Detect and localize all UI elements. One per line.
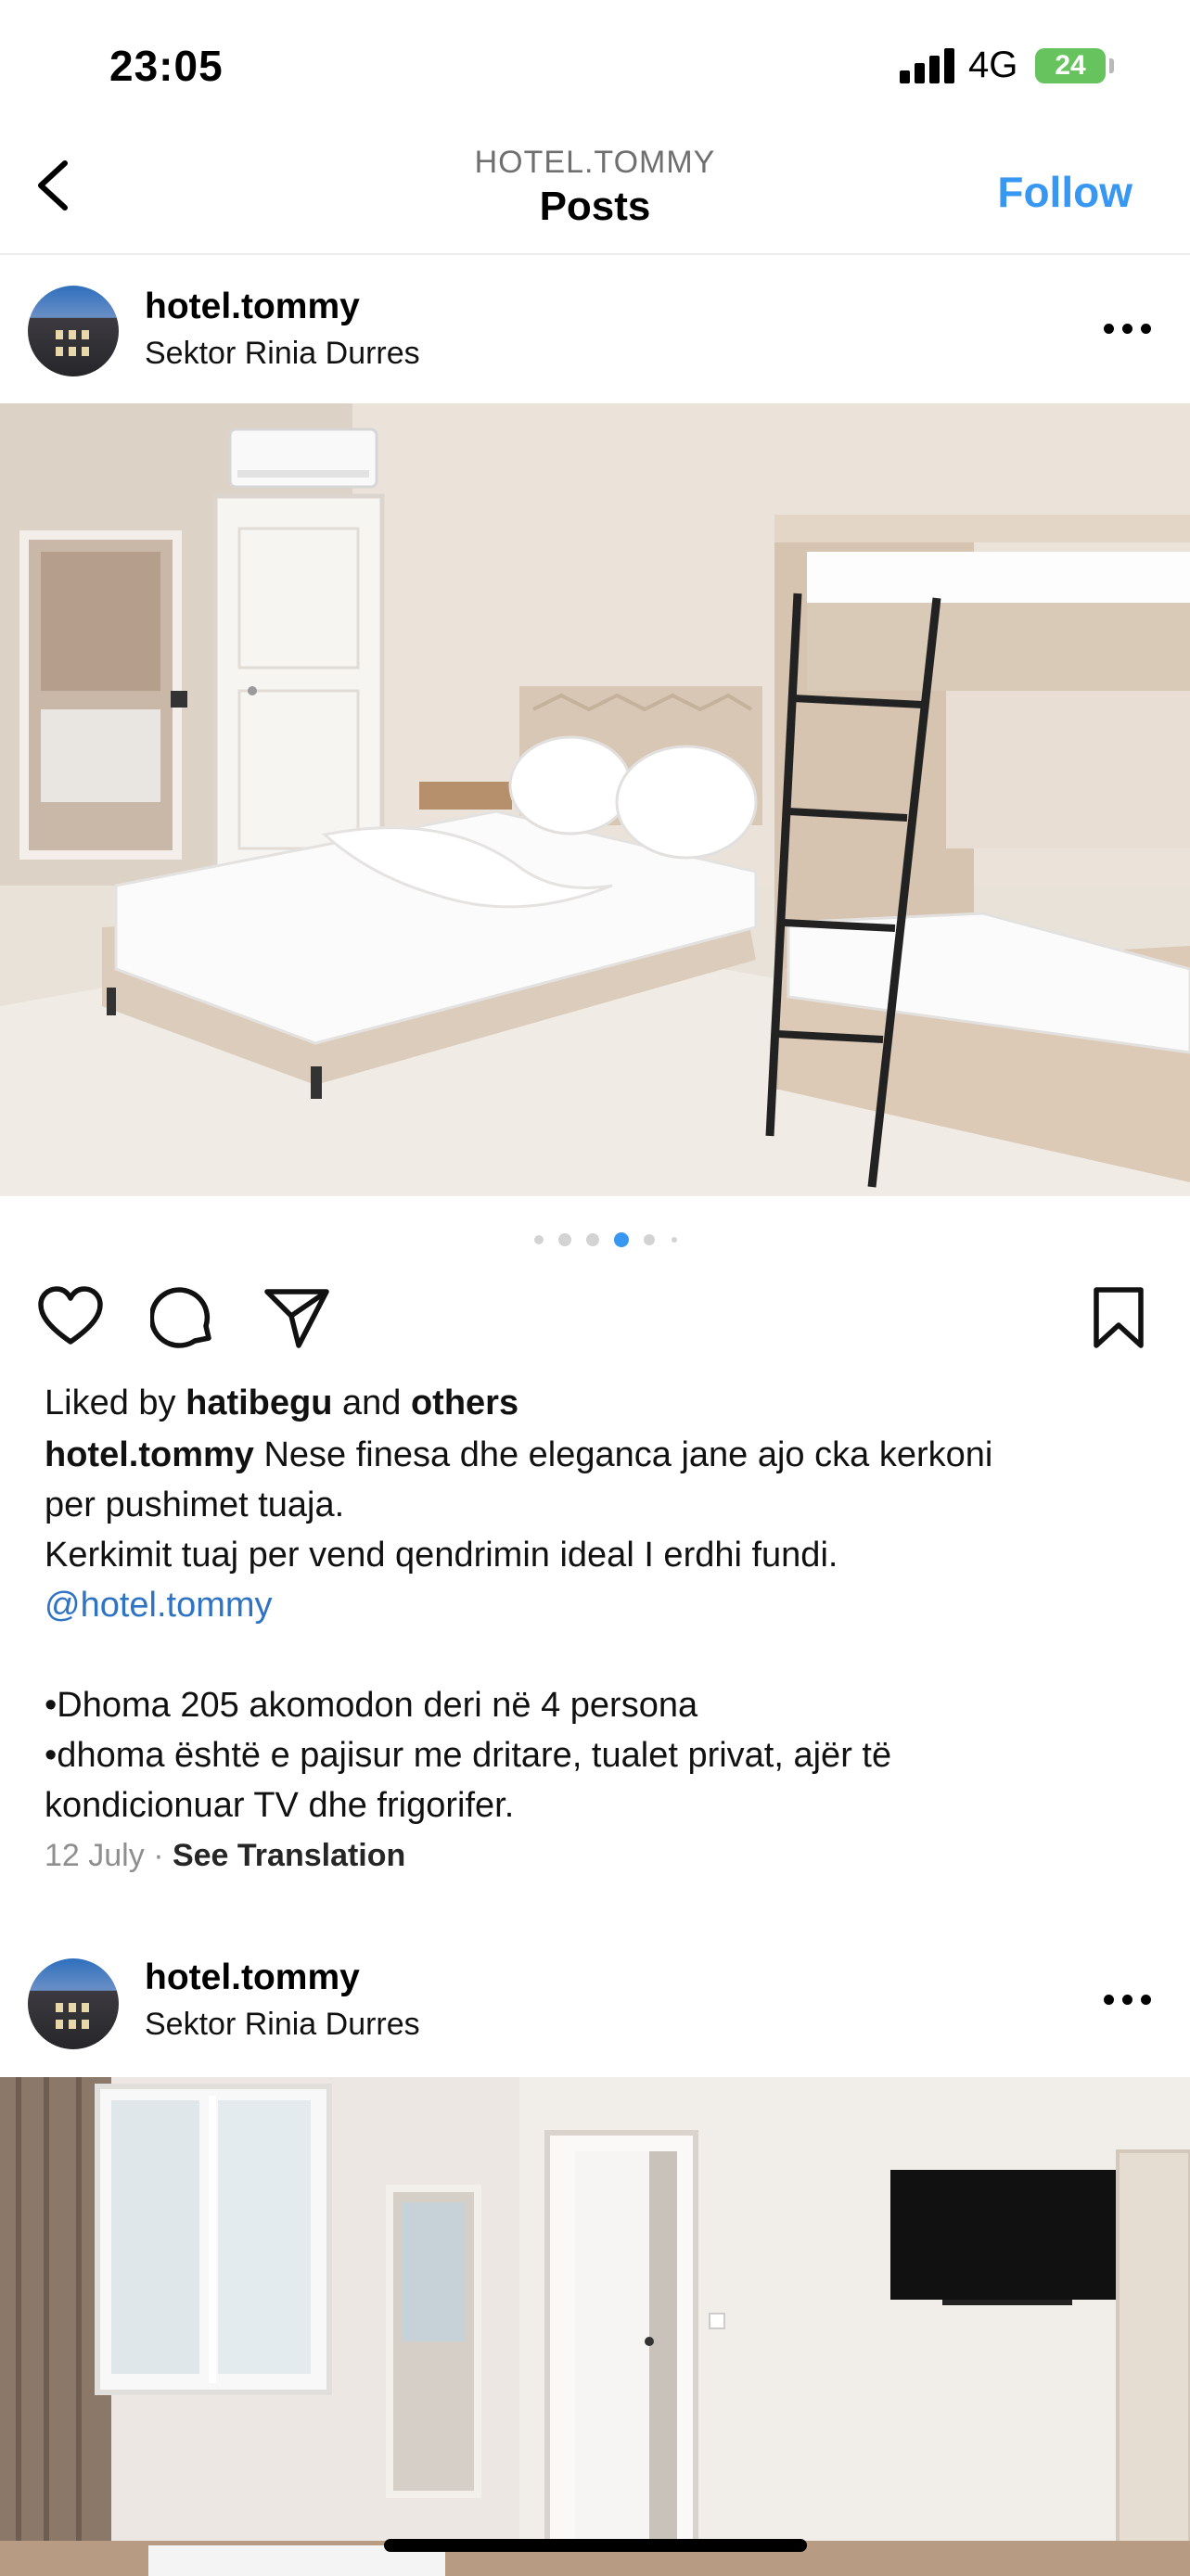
carousel-indicator <box>0 1230 1190 1248</box>
status-time: 23:05 <box>109 42 224 90</box>
follow-button[interactable]: Follow <box>997 167 1132 217</box>
avatar[interactable] <box>28 1958 119 2049</box>
post-username[interactable]: hotel.tommy <box>145 1958 360 1998</box>
caption-text: Nese finesa dhe eleganca jane ajo cka ke… <box>263 1435 993 1474</box>
more-options-icon[interactable] <box>1104 1995 1152 2008</box>
post-location[interactable]: Sektor Rinia Durres <box>145 336 420 372</box>
carousel-dot <box>644 1234 655 1245</box>
network-type: 4G <box>968 45 1018 85</box>
status-bar: 23:05 4G 24 <box>0 0 1190 130</box>
more-options-icon[interactable] <box>1104 324 1152 337</box>
nav-bar: HOTEL.TOMMY Posts Follow <box>0 130 1190 255</box>
post-header: hotel.tommy Sektor Rinia Durres <box>0 257 1190 405</box>
battery-icon: 24 <box>1035 48 1106 83</box>
signal-icon <box>900 48 957 83</box>
avatar[interactable] <box>28 286 119 376</box>
caption-bullet: •Dhoma 205 akomodon deri në 4 persona <box>45 1686 698 1725</box>
battery-tip <box>1109 58 1114 73</box>
carousel-dot <box>558 1233 571 1246</box>
liked-others[interactable]: others <box>411 1384 518 1422</box>
liked-and: and <box>342 1384 402 1422</box>
post-meta: 12 July · See Translation <box>45 1838 405 1874</box>
post-username[interactable]: hotel.tommy <box>145 287 360 327</box>
share-icon[interactable] <box>263 1284 330 1351</box>
carousel-dot <box>586 1233 599 1246</box>
caption-text: Kerkimit tuaj per vend qendrimin ideal I… <box>45 1536 838 1575</box>
carousel-dot <box>672 1237 677 1243</box>
see-translation-button[interactable]: See Translation <box>173 1838 405 1873</box>
bookmark-icon[interactable] <box>1085 1284 1152 1351</box>
post-date: 12 July <box>45 1838 145 1873</box>
caption-line: hotel.tommy Nese finesa dhe eleganca jan… <box>45 1430 1158 1480</box>
caption-mention[interactable]: @hotel.tommy <box>45 1580 1158 1630</box>
likes-line: Liked by hatibegu and others <box>45 1378 1158 1428</box>
post-location[interactable]: Sektor Rinia Durres <box>145 2007 420 2043</box>
carousel-dot <box>534 1235 544 1244</box>
comment-icon[interactable] <box>150 1284 217 1351</box>
post-photo-bedroom[interactable] <box>0 403 1190 1196</box>
caption-username[interactable]: hotel.tommy <box>45 1435 254 1474</box>
liked-user[interactable]: hatibegu <box>186 1384 332 1422</box>
home-indicator <box>384 2539 807 2552</box>
meta-separator: · <box>153 1838 164 1873</box>
caption-text: per pushimet tuaja. <box>45 1486 345 1524</box>
carousel-dot-active <box>614 1232 629 1247</box>
post-header: hotel.tommy Sektor Rinia Durres <box>0 1930 1190 2078</box>
caption-bullet: kondicionuar TV dhe frigorifer. <box>45 1786 515 1825</box>
caption-bullet: •dhoma është e pajisur me dritare, tuale… <box>45 1736 892 1775</box>
caption: hotel.tommy Nese finesa dhe eleganca jan… <box>45 1430 1158 1830</box>
post-photo-room[interactable] <box>0 2077 1190 2576</box>
heart-icon[interactable] <box>37 1284 104 1351</box>
liked-prefix: Liked by <box>45 1384 176 1422</box>
